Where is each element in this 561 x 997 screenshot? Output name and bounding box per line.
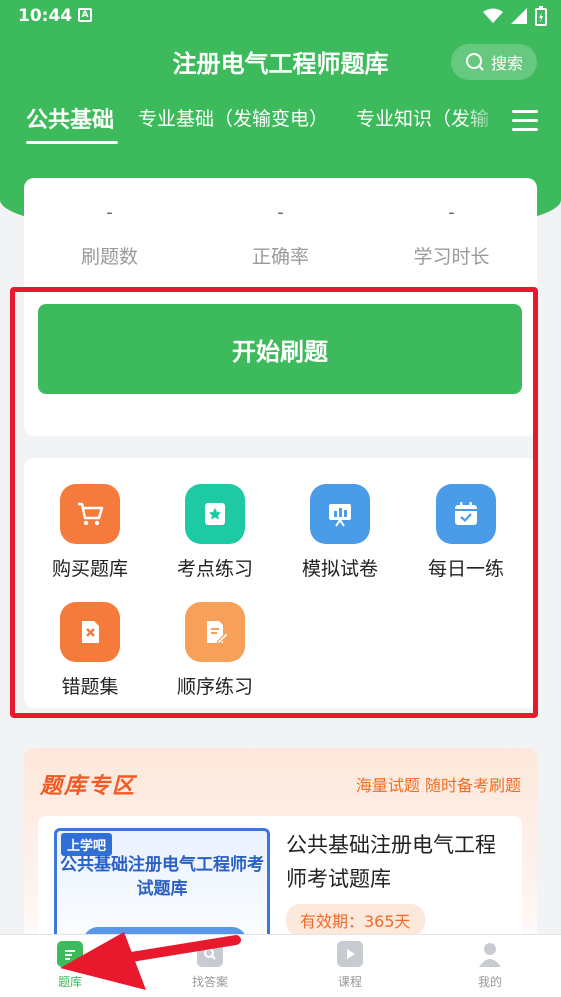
feature-daily-practice[interactable]: 每日一练 bbox=[406, 484, 526, 581]
feature-sequential-practice[interactable]: 顺序练习 bbox=[155, 602, 275, 699]
stat-value: - bbox=[448, 202, 455, 223]
notification-icon: A bbox=[78, 8, 92, 22]
cart-icon bbox=[60, 484, 120, 544]
stat-value: - bbox=[106, 202, 113, 223]
search-icon bbox=[465, 53, 484, 71]
question-bank-icon bbox=[57, 941, 83, 967]
nav-course[interactable]: 课程 bbox=[310, 941, 390, 990]
bank-zone-title: 题库专区 bbox=[40, 774, 137, 799]
wrong-doc-icon bbox=[60, 602, 120, 662]
stat-label: 刷题数 bbox=[80, 246, 138, 268]
product-title: 公共基础注册电气工程师考试题库 bbox=[286, 833, 496, 891]
feature-label: 购买题库 bbox=[51, 558, 128, 580]
battery-icon bbox=[535, 6, 547, 26]
star-doc-icon bbox=[185, 484, 245, 544]
search-button[interactable]: 搜索 bbox=[451, 44, 537, 80]
feature-label: 模拟试卷 bbox=[301, 558, 378, 580]
nav-label: 课程 bbox=[337, 975, 362, 989]
start-practice-button[interactable]: 开始刷题 bbox=[38, 304, 522, 394]
category-tabs: 公共基础 专业基础（发输变电） 专业知识（发输 bbox=[0, 100, 561, 150]
status-bar: 10:44 A bbox=[0, 0, 561, 32]
nav-label: 我的 bbox=[477, 975, 502, 989]
stat-questions: - 刷题数 bbox=[24, 202, 195, 269]
feature-buy-bank[interactable]: 购买题库 bbox=[30, 484, 150, 581]
features-grid: 购买题库 考点练习 模拟试卷 每日一练 错题集 顺序练习 bbox=[24, 458, 537, 708]
course-play-icon bbox=[337, 941, 363, 967]
feature-label: 考点练习 bbox=[176, 558, 253, 580]
active-tab-indicator bbox=[26, 141, 118, 144]
edit-doc-icon bbox=[185, 602, 245, 662]
validity-badge: 有效期：365天 bbox=[286, 904, 425, 936]
profile-icon bbox=[477, 941, 503, 967]
system-icons bbox=[483, 6, 547, 26]
stat-label: 学习时长 bbox=[413, 246, 490, 268]
cover-title: 公共基础注册电气工程师考试题库 bbox=[60, 855, 264, 899]
calendar-icon bbox=[436, 484, 496, 544]
tab-public-basics[interactable]: 公共基础 bbox=[26, 102, 114, 134]
feature-mock-exam[interactable]: 模拟试卷 bbox=[280, 484, 400, 581]
search-label: 搜索 bbox=[490, 54, 523, 73]
feature-keypoint-practice[interactable]: 考点练习 bbox=[155, 484, 275, 581]
find-answer-icon bbox=[197, 941, 223, 967]
bank-zone-slogan: 海量试题 随时备考刷题 bbox=[355, 776, 521, 795]
nav-label: 找答案 bbox=[191, 975, 228, 989]
stat-study-time: - 学习时长 bbox=[366, 202, 537, 269]
status-time: 10:44 bbox=[18, 6, 73, 26]
nav-label: 题库 bbox=[57, 975, 82, 989]
feature-label: 错题集 bbox=[61, 676, 119, 698]
wifi-icon bbox=[483, 8, 503, 23]
stat-accuracy: - 正确率 bbox=[195, 202, 366, 269]
tabs-fade bbox=[460, 100, 508, 145]
bottom-navigation: 题库 找答案 课程 我的 bbox=[0, 934, 561, 997]
feature-label: 顺序练习 bbox=[176, 676, 253, 698]
nav-find-answer[interactable]: 找答案 bbox=[170, 941, 250, 990]
stats-card: - 刷题数 - 正确率 - 学习时长 开始刷题 bbox=[24, 178, 537, 436]
signal-icon bbox=[511, 8, 527, 24]
menu-icon[interactable] bbox=[512, 110, 538, 132]
nav-profile[interactable]: 我的 bbox=[450, 941, 530, 990]
presentation-icon bbox=[310, 484, 370, 544]
nav-question-bank[interactable]: 题库 bbox=[30, 941, 110, 990]
tab-professional-basics[interactable]: 专业基础（发输变电） bbox=[138, 104, 328, 131]
stat-value: - bbox=[277, 202, 284, 223]
feature-label: 每日一练 bbox=[427, 558, 504, 580]
feature-wrong-questions[interactable]: 错题集 bbox=[30, 602, 150, 699]
stat-label: 正确率 bbox=[251, 246, 309, 268]
